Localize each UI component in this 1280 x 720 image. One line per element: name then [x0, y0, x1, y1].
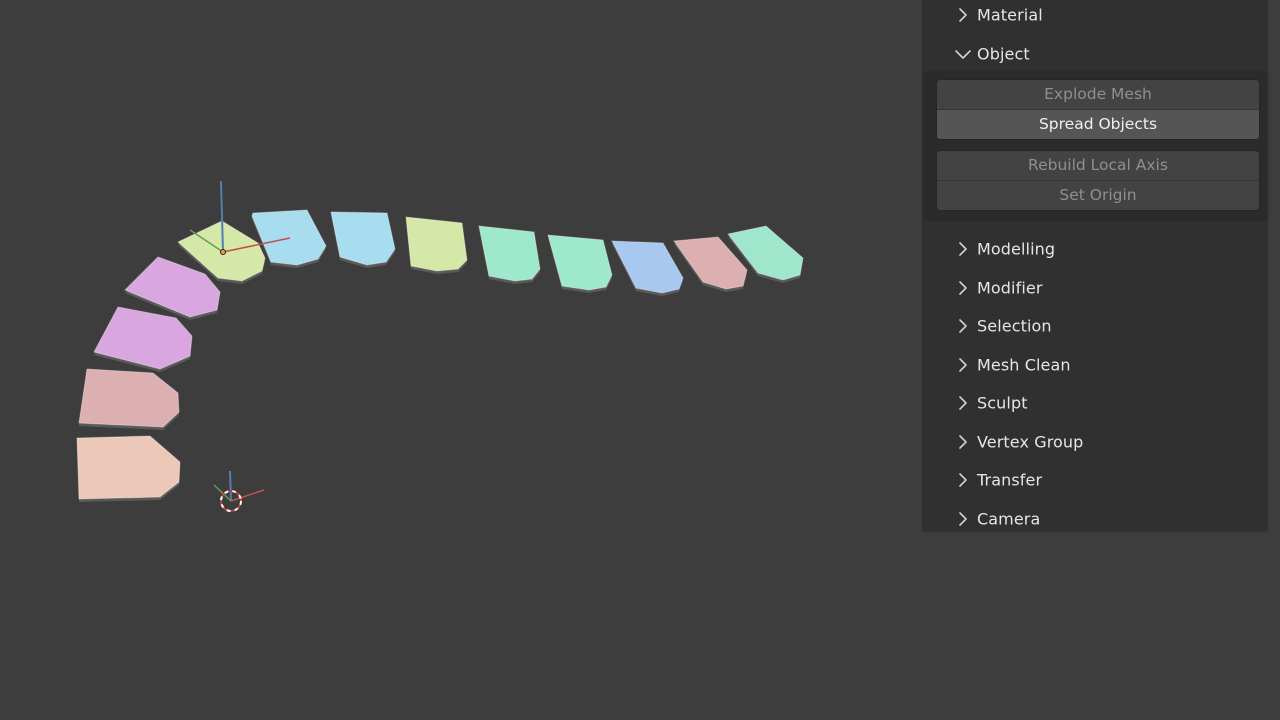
- section-modelling[interactable]: Modelling: [922, 233, 1268, 265]
- cursor-axis-y: [213, 484, 232, 502]
- chevron-right-icon: [954, 6, 972, 24]
- tile-11[interactable]: [611, 240, 684, 294]
- chevron-right-icon: [954, 433, 972, 451]
- section-label: Modifier: [977, 278, 1043, 298]
- chevron-right-icon: [954, 240, 972, 258]
- cursor-axis-z: [229, 470, 232, 502]
- tile-10[interactable]: [547, 234, 613, 291]
- rebuild-local-axis-button[interactable]: Rebuild Local Axis: [937, 151, 1259, 180]
- section-label: Modelling: [977, 239, 1056, 259]
- section-label: Material: [977, 5, 1043, 25]
- section-label: Camera: [977, 509, 1041, 529]
- chevron-right-icon: [954, 510, 972, 528]
- tile-7[interactable]: [330, 211, 396, 266]
- button-group-axis: Rebuild Local Axis Set Origin: [936, 150, 1260, 211]
- tile-3[interactable]: [93, 306, 193, 370]
- tiles-layer: [76, 209, 804, 502]
- tile-8[interactable]: [405, 216, 468, 272]
- section-label: Selection: [977, 316, 1052, 336]
- section-label: Sculpt: [977, 393, 1028, 413]
- set-origin-button[interactable]: Set Origin: [937, 180, 1259, 210]
- explode-mesh-button[interactable]: Explode Mesh: [937, 80, 1259, 109]
- section-label: Object: [977, 44, 1030, 64]
- button-group-explode: Explode Mesh Spread Objects: [936, 79, 1260, 140]
- section-label: Vertex Group: [977, 432, 1084, 452]
- section-vertex-group[interactable]: Vertex Group: [922, 426, 1268, 458]
- section-sculpt[interactable]: Sculpt: [922, 387, 1268, 419]
- origin-point-icon[interactable]: [220, 249, 226, 255]
- tile-2[interactable]: [78, 368, 180, 428]
- section-modifier[interactable]: Modifier: [922, 272, 1268, 304]
- chevron-right-icon: [954, 317, 972, 335]
- section-label: Mesh Clean: [977, 355, 1071, 375]
- section-selection[interactable]: Selection: [922, 310, 1268, 342]
- sidebar-panel: Material Object Explode Mesh Spread Obje…: [921, 0, 1269, 533]
- spread-objects-button[interactable]: Spread Objects: [937, 109, 1259, 139]
- section-object[interactable]: Object: [922, 38, 1268, 70]
- chevron-down-icon: [954, 45, 972, 63]
- object-subpanel: Explode Mesh Spread Objects Rebuild Loca…: [923, 71, 1268, 221]
- chevron-right-icon: [954, 471, 972, 489]
- section-label: Transfer: [977, 470, 1043, 490]
- section-transfer[interactable]: Transfer: [922, 464, 1268, 496]
- section-camera[interactable]: Camera: [922, 503, 1268, 535]
- tile-1[interactable]: [76, 435, 181, 500]
- section-material[interactable]: Material: [922, 0, 1268, 31]
- chevron-right-icon: [954, 279, 972, 297]
- section-mesh-clean[interactable]: Mesh Clean: [922, 349, 1268, 381]
- tile-9[interactable]: [478, 225, 541, 282]
- chevron-right-icon: [954, 394, 972, 412]
- chevron-right-icon: [954, 356, 972, 374]
